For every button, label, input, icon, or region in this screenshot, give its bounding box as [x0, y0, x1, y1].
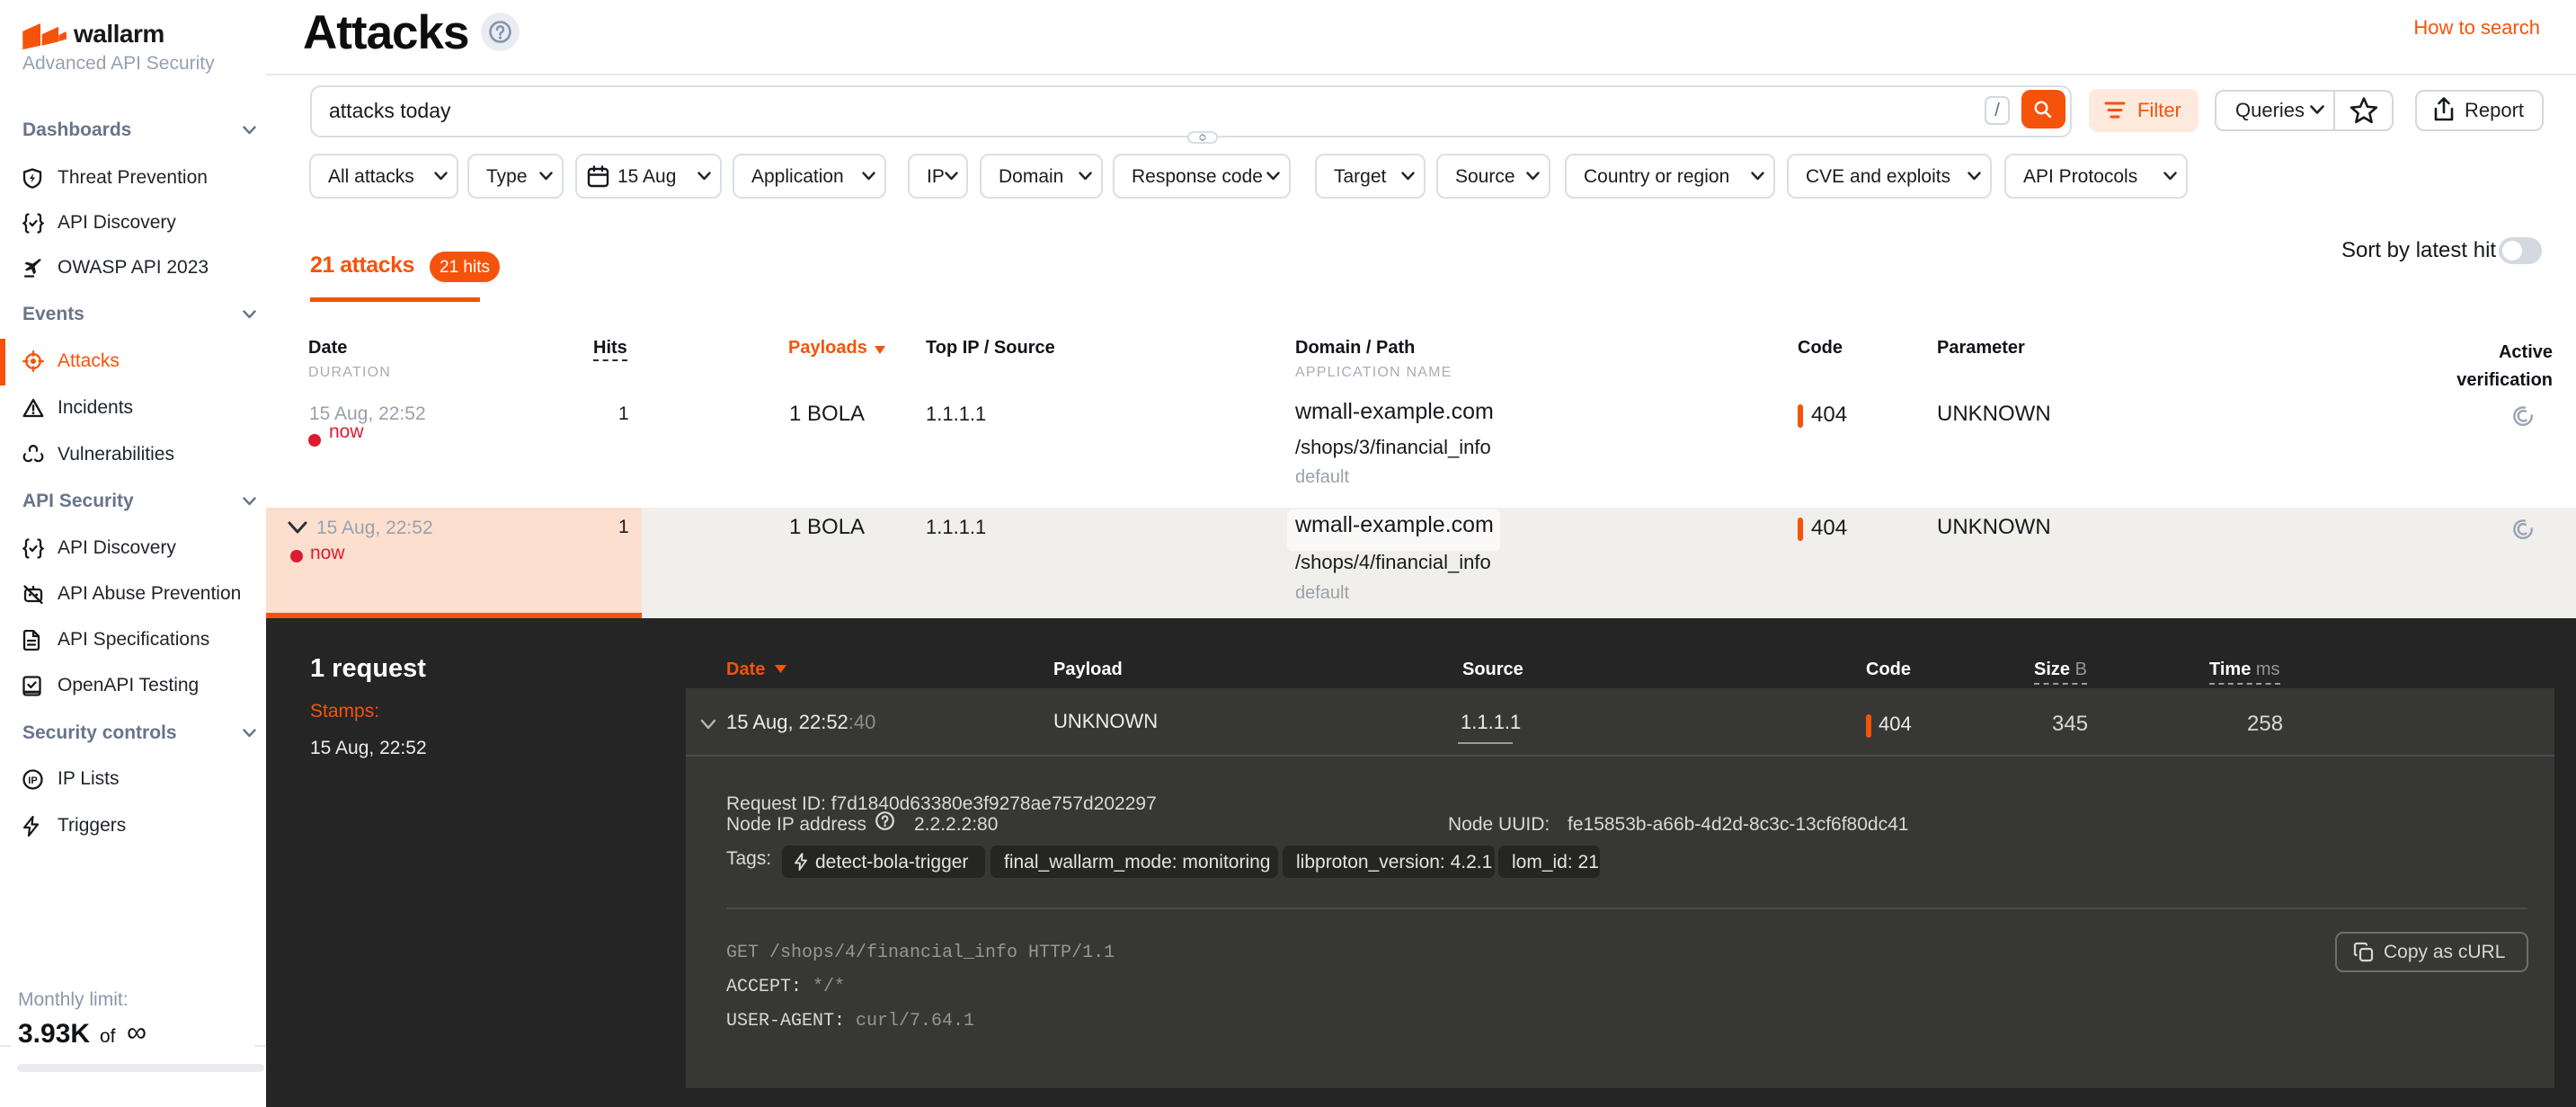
svg-text:IP: IP: [28, 775, 37, 786]
